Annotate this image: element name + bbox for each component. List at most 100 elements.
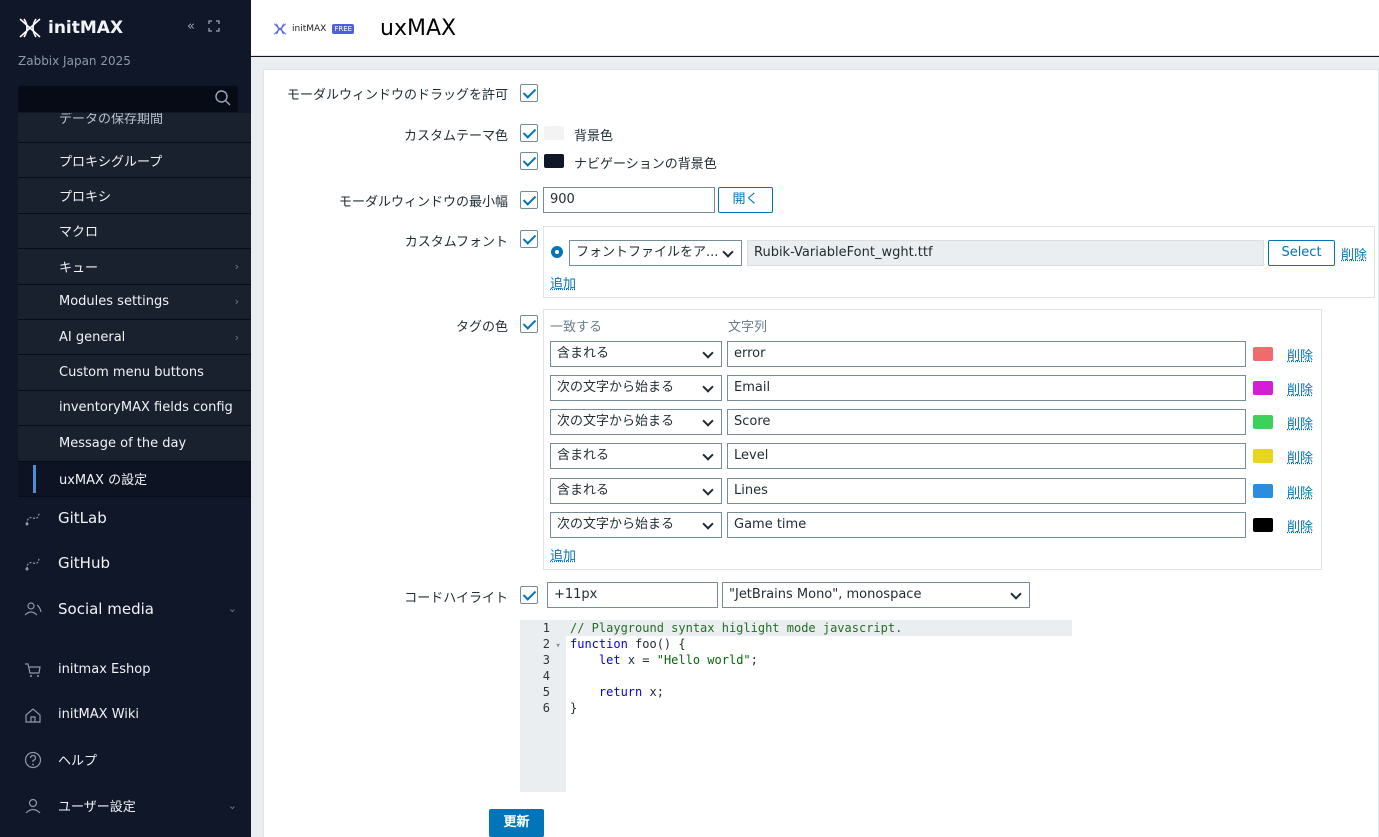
tag-color-swatch[interactable] bbox=[1253, 415, 1273, 429]
nav-help[interactable]: ヘルプ bbox=[0, 737, 251, 782]
select-file-button[interactable]: Select bbox=[1268, 240, 1335, 266]
tag-value-input[interactable]: Email bbox=[727, 375, 1246, 401]
font-source-select[interactable]: フォントファイルをア... bbox=[569, 240, 742, 266]
tag-match-select[interactable]: 含まれる bbox=[550, 443, 722, 469]
code-line: 5 return x; bbox=[542, 685, 664, 699]
tag-match-select[interactable]: 次の文字から始まる bbox=[550, 512, 722, 538]
tag-match-select[interactable]: 次の文字から始まる bbox=[550, 409, 722, 435]
font-file-input: Rubik-VariableFont_wght.ttf bbox=[747, 240, 1264, 266]
menu-item-housekeeping[interactable]: データの保存期間 bbox=[18, 113, 251, 143]
page-header: initMAX FREE uxMAX bbox=[251, 0, 1379, 56]
menu-item-label: プロキシグループ bbox=[59, 154, 163, 170]
drag-modal-checkbox[interactable] bbox=[520, 84, 538, 102]
drag-modal-label: モーダルウィンドウのドラッグを許可 bbox=[286, 88, 508, 103]
tag-value-input[interactable]: error bbox=[727, 341, 1246, 367]
menu-item-queue[interactable]: キュー › bbox=[18, 249, 251, 285]
font-add-link[interactable]: 追加 bbox=[550, 273, 576, 292]
code-editor[interactable]: 1// Playground syntax higlight mode java… bbox=[520, 620, 1072, 792]
tag-remove-link[interactable]: 削除 bbox=[1287, 447, 1313, 466]
github-route-icon bbox=[25, 556, 40, 571]
menu-item-ai-general[interactable]: AI general › bbox=[18, 319, 251, 356]
free-badge: FREE bbox=[332, 24, 355, 34]
nav-github[interactable]: GitHub bbox=[0, 540, 251, 585]
font-radio[interactable] bbox=[551, 246, 563, 258]
menu-item-label: キュー bbox=[59, 260, 99, 276]
nav-bg-color-label: ナビゲーションの背景色 bbox=[574, 157, 717, 172]
custom-font-checkbox[interactable] bbox=[520, 230, 538, 248]
update-button[interactable]: 更新 bbox=[489, 809, 544, 837]
nav-user-settings[interactable]: ユーザー設定 ⌄ bbox=[0, 783, 251, 828]
font-remove-link[interactable]: 削除 bbox=[1341, 244, 1367, 263]
tag-match-select[interactable]: 含まれる bbox=[550, 478, 722, 504]
search-icon[interactable] bbox=[214, 89, 232, 107]
sidebar-search-input[interactable] bbox=[18, 86, 238, 112]
tag-color-swatch[interactable] bbox=[1253, 449, 1273, 463]
kiosk-mode-icon[interactable] bbox=[207, 19, 221, 37]
tag-color-swatch[interactable] bbox=[1253, 518, 1273, 532]
custom-theme-checkbox[interactable] bbox=[520, 124, 538, 142]
bg-color-label: 背景色 bbox=[574, 129, 614, 144]
nav-initmax-wiki[interactable]: initMAX Wiki bbox=[0, 692, 251, 737]
tag-value-input[interactable]: Level bbox=[727, 443, 1246, 469]
code-font-size-input[interactable]: +11px bbox=[547, 582, 718, 608]
bg-color-swatch[interactable] bbox=[544, 126, 564, 140]
tag-match-select[interactable]: 含まれる bbox=[550, 341, 722, 367]
menu-item-inventorymax-fields[interactable]: inventoryMAX fields config bbox=[18, 390, 251, 427]
initmax-logo-icon bbox=[19, 18, 41, 38]
modal-min-width-checkbox[interactable] bbox=[520, 191, 538, 209]
open-button[interactable]: 開く bbox=[718, 187, 773, 213]
menu-item-label: AI general bbox=[59, 329, 126, 345]
chevron-right-icon: › bbox=[234, 295, 239, 309]
nav-bg-color-swatch[interactable] bbox=[544, 154, 564, 168]
menu-item-label: プロキシ bbox=[59, 190, 112, 206]
tag-color-checkbox[interactable] bbox=[520, 315, 538, 333]
sidebar: initMAX « Zabbix Japan 2025 データの保存期間 プロキ… bbox=[0, 0, 251, 837]
chevron-right-icon: › bbox=[234, 330, 239, 344]
nav-bg-checkbox[interactable] bbox=[520, 152, 538, 170]
home-icon bbox=[25, 708, 41, 723]
social-users-icon bbox=[24, 602, 42, 616]
custom-font-label: カスタムフォント bbox=[404, 235, 508, 250]
tag-color-table: 一致する 文字列 含まれる error 削除 次の文字から始まる Email 削… bbox=[543, 309, 1322, 570]
tag-remove-link[interactable]: 削除 bbox=[1287, 379, 1313, 398]
custom-font-box: フォントファイルをア... Rubik-VariableFont_wght.tt… bbox=[543, 226, 1375, 298]
menu-item-custom-menu-buttons[interactable]: Custom menu buttons bbox=[18, 355, 251, 391]
brand[interactable]: initMAX bbox=[18, 16, 123, 40]
server-name: Zabbix Japan 2025 bbox=[18, 54, 131, 68]
tag-color-swatch[interactable] bbox=[1253, 347, 1273, 361]
menu-item-modules-settings[interactable]: Modules settings › bbox=[18, 284, 251, 320]
user-icon bbox=[25, 798, 41, 814]
tag-color-swatch[interactable] bbox=[1253, 381, 1273, 395]
tag-value-input[interactable]: Score bbox=[727, 409, 1246, 435]
tag-remove-link[interactable]: 削除 bbox=[1287, 482, 1313, 501]
nav-initmax-eshop[interactable]: initmax Eshop bbox=[0, 647, 251, 692]
match-column-header: 一致する bbox=[550, 320, 603, 335]
cart-icon bbox=[25, 663, 41, 677]
tag-add-link[interactable]: 追加 bbox=[550, 545, 576, 564]
page-title: uxMAX bbox=[380, 16, 457, 41]
help-icon bbox=[24, 751, 42, 769]
tag-match-select[interactable]: 次の文字から始まる bbox=[550, 375, 722, 401]
code-font-select[interactable]: "JetBrains Mono", monospace bbox=[722, 582, 1030, 608]
nav-gitlab[interactable]: GitLab bbox=[0, 495, 251, 540]
menu-item-proxy-groups[interactable]: プロキシグループ bbox=[18, 143, 251, 179]
menu-item-message-of-the-day[interactable]: Message of the day bbox=[18, 426, 251, 462]
tag-value-input[interactable]: Lines bbox=[727, 478, 1246, 504]
menu-item-macros[interactable]: マクロ bbox=[18, 213, 251, 250]
modal-min-width-input[interactable]: 900 bbox=[543, 187, 715, 213]
menu-item-uxmax-settings[interactable]: uxMAX の設定 bbox=[18, 461, 251, 497]
code-highlight-checkbox[interactable] bbox=[520, 586, 538, 604]
brand-name: initMAX bbox=[48, 18, 124, 38]
tag-value-input[interactable]: Game time bbox=[727, 512, 1246, 538]
tag-remove-link[interactable]: 削除 bbox=[1287, 516, 1313, 535]
menu-item-proxies[interactable]: プロキシ bbox=[18, 178, 251, 214]
code-line: 2 ▾ function foo() { bbox=[542, 637, 686, 651]
nav-social-media[interactable]: Social media ⌄ bbox=[0, 586, 251, 631]
tag-remove-link[interactable]: 削除 bbox=[1287, 345, 1313, 364]
collapse-sidebar-icon[interactable]: « bbox=[187, 19, 195, 37]
tag-color-swatch[interactable] bbox=[1253, 484, 1273, 498]
code-line: 6} bbox=[542, 701, 578, 715]
nav-label: GitLab bbox=[58, 508, 107, 527]
modal-min-width-label: モーダルウィンドウの最小幅 bbox=[338, 195, 508, 210]
tag-remove-link[interactable]: 削除 bbox=[1287, 413, 1313, 432]
